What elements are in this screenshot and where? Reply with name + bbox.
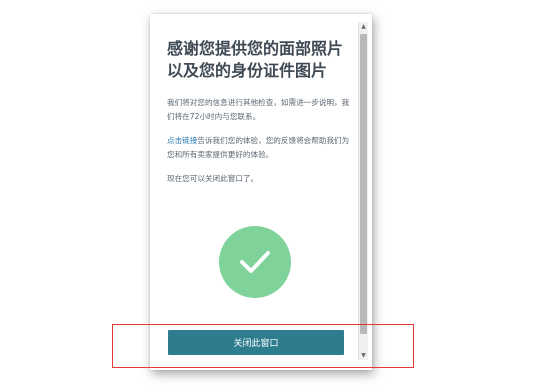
dialog-title: 感谢您提供您的面部照片 以及您的身份证件图片 xyxy=(167,38,352,82)
dialog-title-line1: 感谢您提供您的面部照片 xyxy=(167,39,344,58)
feedback-link[interactable]: 点击链接 xyxy=(167,136,197,145)
review-notice-text: 我们将对您的信息进行其他检查，如需进一步说明，我们将在72小时内与您联系。 xyxy=(167,98,350,121)
scrollbar-thumb[interactable] xyxy=(360,34,367,334)
dialog-title-line2: 以及您的身份证件图片 xyxy=(167,61,328,80)
close-window-hint: 现在您可以关闭此窗口了。 xyxy=(167,174,259,183)
check-icon xyxy=(240,251,270,273)
chevron-up-icon[interactable]: ▲ xyxy=(359,22,368,31)
feedback-text: 点击链接告诉我们您的体验，您的反馈将会帮助我们为您和所有卖家提供更好的体验。 xyxy=(167,134,352,162)
success-badge xyxy=(219,226,291,298)
dialog-content: 感谢您提供您的面部照片 以及您的身份证件图片 我们将对您的信息进行其他检查，如需… xyxy=(167,38,352,186)
highlight-annotation-box xyxy=(112,324,414,368)
vertical-scrollbar[interactable]: ▲ ▼ xyxy=(358,22,368,360)
verification-dialog: 感谢您提供您的面部照片 以及您的身份证件图片 我们将对您的信息进行其他检查，如需… xyxy=(150,14,372,370)
